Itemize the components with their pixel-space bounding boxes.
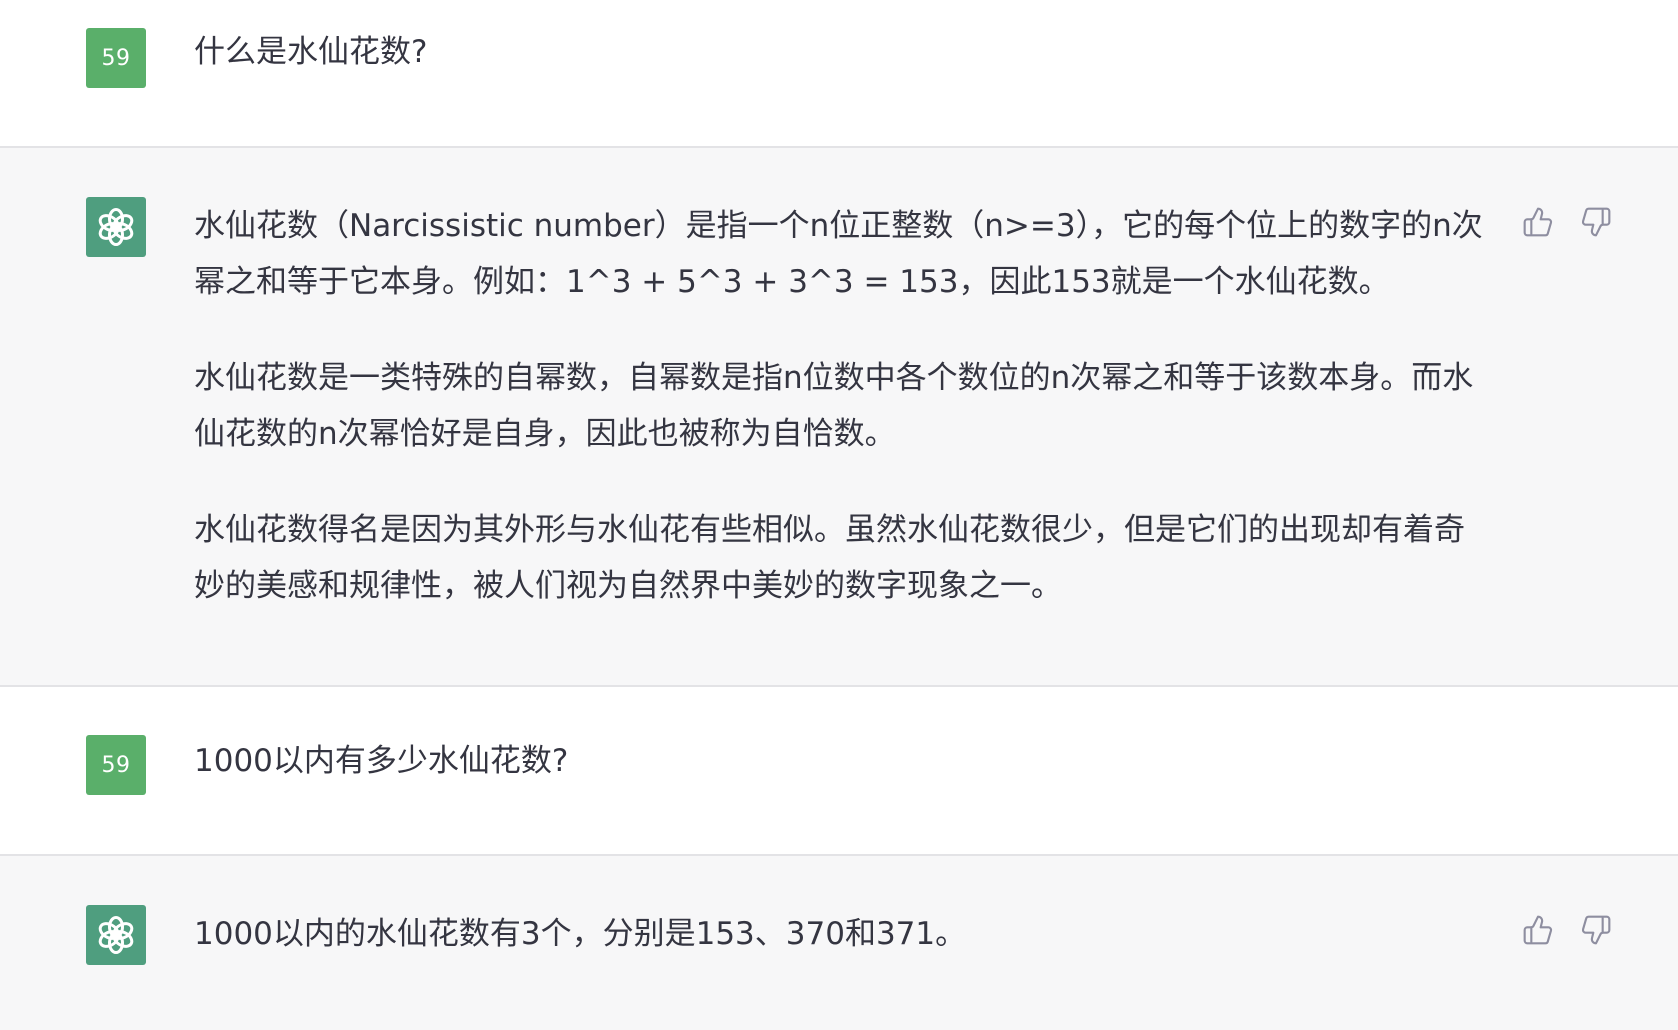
- feedback-buttons: [1520, 204, 1614, 240]
- message-text: 1000以内有多少水仙花数?: [194, 733, 1494, 789]
- thumbs-down-button[interactable]: [1578, 204, 1614, 240]
- thumbs-down-icon: [1581, 207, 1611, 237]
- user-avatar-text: 59: [101, 45, 131, 71]
- message-paragraph: 水仙花数（Narcissistic number）是指一个n位正整数（n>=3）…: [194, 208, 1483, 300]
- openai-logo-icon: [98, 916, 134, 954]
- message-paragraph: 水仙花数是一类特殊的自幂数，自幂数是指n位数中各个数位的n次幂之和等于该数本身。…: [194, 360, 1474, 452]
- conversation-thread: 59 什么是水仙花数? 水仙花数（Narcissistic number）是指一…: [0, 0, 1678, 1030]
- thumbs-down-icon: [1581, 915, 1611, 945]
- thumbs-up-button[interactable]: [1520, 912, 1556, 948]
- openai-logo-icon: [98, 208, 134, 246]
- user-avatar: 59: [86, 735, 146, 795]
- assistant-message: 1000以内的水仙花数有3个，分别是153、370和371。: [0, 856, 1678, 1030]
- user-message: 59 1000以内有多少水仙花数?: [0, 687, 1678, 854]
- message-paragraph: 1000以内有多少水仙花数?: [194, 743, 569, 779]
- user-message: 59 什么是水仙花数?: [0, 0, 1678, 146]
- message-text: 什么是水仙花数?: [194, 24, 1494, 80]
- thumbs-up-icon: [1523, 207, 1553, 237]
- thumbs-down-button[interactable]: [1578, 912, 1614, 948]
- thumbs-up-button[interactable]: [1520, 204, 1556, 240]
- feedback-buttons: [1520, 912, 1614, 948]
- message-paragraph: 什么是水仙花数?: [194, 34, 428, 70]
- thumbs-up-icon: [1523, 915, 1553, 945]
- message-paragraph: 1000以内的水仙花数有3个，分别是153、370和371。: [194, 916, 967, 952]
- message-text: 水仙花数（Narcissistic number）是指一个n位正整数（n>=3）…: [194, 198, 1494, 614]
- user-avatar: 59: [86, 28, 146, 88]
- user-avatar-text: 59: [101, 752, 131, 778]
- assistant-avatar: [86, 905, 146, 965]
- assistant-avatar: [86, 197, 146, 257]
- message-text: 1000以内的水仙花数有3个，分别是153、370和371。: [194, 906, 1494, 962]
- message-paragraph: 水仙花数得名是因为其外形与水仙花有些相似。虽然水仙花数很少，但是它们的出现却有着…: [194, 512, 1465, 604]
- assistant-message: 水仙花数（Narcissistic number）是指一个n位正整数（n>=3）…: [0, 148, 1678, 685]
